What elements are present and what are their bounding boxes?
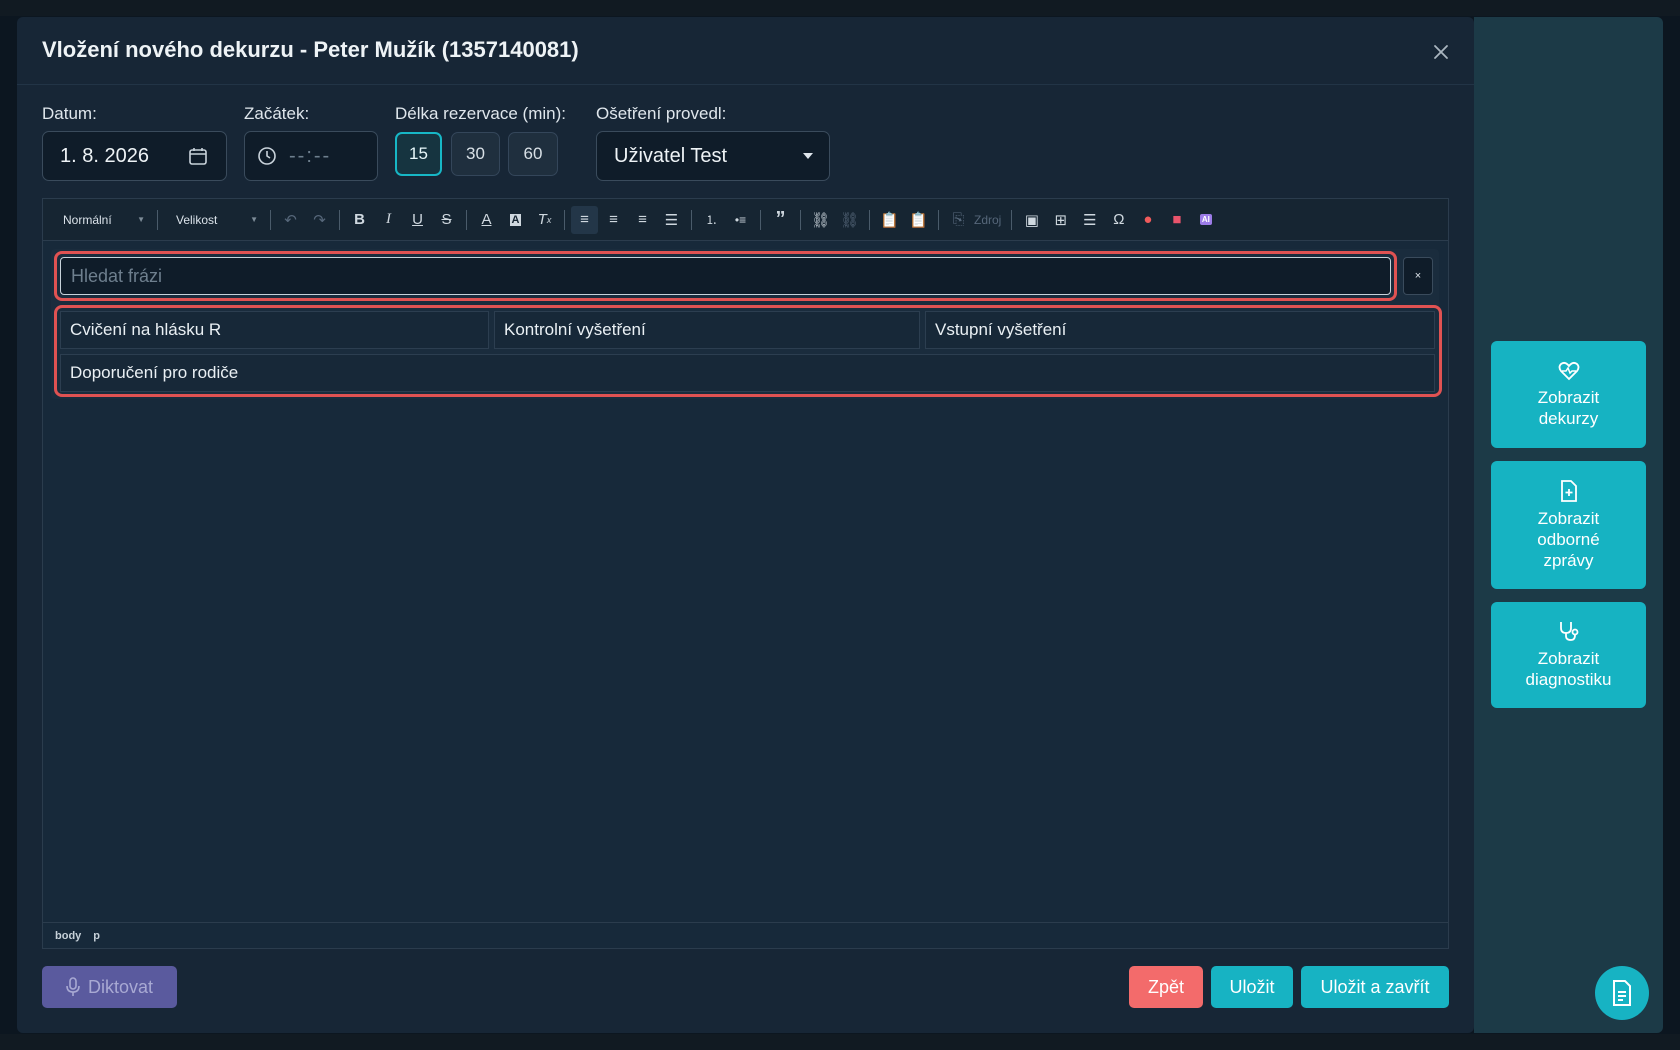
close-button[interactable] bbox=[1426, 37, 1456, 67]
format-select[interactable]: Normální ▼ bbox=[51, 206, 151, 234]
provider-label: Ošetření provedl: bbox=[596, 104, 727, 123]
toolbar-divider bbox=[564, 209, 565, 230]
caret-down-icon: ▼ bbox=[250, 215, 258, 224]
toolbar-divider bbox=[691, 209, 692, 230]
show-dekurzy-button[interactable]: Zobrazit dekurzy bbox=[1491, 341, 1646, 448]
numbered-list-icon[interactable]: ⒈ bbox=[698, 206, 725, 234]
backdrop-top bbox=[0, 0, 1680, 16]
show-diagnostics-button[interactable]: Zobrazit diagnostiku bbox=[1491, 602, 1646, 708]
phrase-item[interactable]: Doporučení pro rodiče bbox=[60, 354, 1435, 392]
unlink-icon[interactable]: ⛓ bbox=[836, 206, 863, 234]
image-icon[interactable]: ▣ bbox=[1018, 206, 1045, 234]
provider-value: Uživatel Test bbox=[614, 144, 728, 167]
heart-pulse-icon bbox=[1558, 361, 1579, 380]
length-option-60[interactable]: 60 bbox=[508, 132, 558, 176]
document-fab-button[interactable] bbox=[1595, 966, 1649, 1020]
align-center-icon[interactable]: ≡ bbox=[600, 206, 627, 234]
length-label: Délka rezervace (min): bbox=[395, 104, 566, 123]
close-icon bbox=[1434, 45, 1448, 59]
italic-icon[interactable]: I bbox=[375, 206, 402, 234]
underline-icon[interactable]: U bbox=[404, 206, 431, 234]
save-and-close-button[interactable]: Uložit a zavřít bbox=[1301, 966, 1449, 1008]
toolbar-divider bbox=[869, 209, 870, 230]
blockquote-icon[interactable]: ” bbox=[767, 206, 794, 234]
date-value: 1. 8. 2026 bbox=[60, 144, 149, 167]
toolbar-divider bbox=[270, 209, 271, 230]
redo-icon[interactable]: ↷ bbox=[306, 206, 333, 234]
caret-down-icon bbox=[803, 153, 813, 159]
text-color-icon[interactable]: A bbox=[473, 206, 500, 234]
backdrop-bottom bbox=[0, 1034, 1680, 1050]
show-diagnostics-label: Zobrazit diagnostiku bbox=[1525, 649, 1612, 689]
back-button[interactable]: Zpět bbox=[1129, 966, 1203, 1008]
file-plus-icon bbox=[1560, 479, 1577, 502]
status-path-item[interactable]: p bbox=[93, 930, 100, 942]
source-label[interactable]: Zdroj bbox=[974, 213, 1001, 227]
toolbar-divider bbox=[938, 209, 939, 230]
document-icon bbox=[1613, 980, 1631, 1006]
save-button[interactable]: Uložit bbox=[1211, 966, 1293, 1008]
microphone-icon bbox=[66, 977, 80, 996]
editor-status-bar: body p bbox=[43, 922, 1448, 948]
rich-text-editor: Normální ▼ Velikost ▼ ↶ ↷ B I U S A A Tx… bbox=[42, 198, 1449, 949]
ai-icon[interactable]: AI bbox=[1192, 206, 1219, 234]
start-time-placeholder: --:-- bbox=[289, 144, 332, 167]
date-label: Datum: bbox=[42, 104, 97, 123]
caret-down-icon: ▼ bbox=[137, 215, 145, 224]
phrase-list-highlight: Cvičení na hlásku R Kontrolní vyšetření … bbox=[54, 305, 1442, 397]
align-justify-icon[interactable]: ☰ bbox=[658, 206, 685, 234]
length-option-30[interactable]: 30 bbox=[451, 132, 500, 176]
length-option-15[interactable]: 15 bbox=[395, 132, 442, 176]
paste-text-icon[interactable]: 📋 bbox=[876, 206, 903, 234]
dictate-button[interactable]: Diktovat bbox=[42, 966, 177, 1008]
phrase-panel: × Cvičení na hlásku R Kontrolní vyšetřen… bbox=[51, 249, 1442, 399]
bullet-list-icon[interactable]: •≡ bbox=[727, 206, 754, 234]
phrase-item[interactable]: Kontrolní vyšetření bbox=[494, 311, 920, 349]
size-value: Velikost bbox=[176, 212, 218, 227]
strikethrough-icon[interactable]: S bbox=[433, 206, 460, 234]
show-reports-button[interactable]: Zobrazit odborné zprávy bbox=[1491, 461, 1646, 589]
bold-icon[interactable]: B bbox=[346, 206, 373, 234]
source-icon[interactable]: ⎘ bbox=[945, 206, 972, 234]
date-field[interactable]: 1. 8. 2026 bbox=[42, 131, 227, 181]
modal-title: Vložení nového dekurzu - Peter Mužík (13… bbox=[42, 37, 579, 62]
start-label: Začátek: bbox=[244, 104, 310, 123]
toolbar-divider bbox=[157, 209, 158, 230]
template-icon[interactable]: ■ bbox=[1163, 206, 1190, 234]
phrase-search-clear-button[interactable]: × bbox=[1403, 257, 1433, 295]
phrase-search-highlight bbox=[54, 251, 1397, 301]
link-icon[interactable]: ⛓ bbox=[807, 206, 834, 234]
dictate-label: Diktovat bbox=[87, 976, 154, 997]
phrase-search-input[interactable] bbox=[60, 257, 1391, 295]
background-color-icon[interactable]: A bbox=[502, 206, 529, 234]
horizontal-line-icon[interactable]: ☰ bbox=[1076, 206, 1103, 234]
comment-icon[interactable]: ● bbox=[1134, 206, 1161, 234]
phrase-item[interactable]: Cvičení na hlásku R bbox=[60, 311, 489, 349]
clock-icon bbox=[258, 147, 276, 165]
format-value: Normální bbox=[63, 212, 112, 227]
size-select[interactable]: Velikost ▼ bbox=[164, 206, 264, 234]
calendar-icon bbox=[189, 148, 207, 165]
toolbar-divider bbox=[800, 209, 801, 230]
table-icon[interactable]: ⊞ bbox=[1047, 206, 1074, 234]
editor-toolbar: Normální ▼ Velikost ▼ ↶ ↷ B I U S A A Tx… bbox=[43, 199, 1448, 241]
show-reports-label: Zobrazit odborné zprávy bbox=[1537, 508, 1600, 570]
toolbar-divider bbox=[1011, 209, 1013, 230]
status-path-item[interactable]: body bbox=[55, 930, 81, 942]
modal-header: Vložení nového dekurzu - Peter Mužík (13… bbox=[17, 17, 1474, 85]
show-dekurzy-label: Zobrazit dekurzy bbox=[1537, 387, 1600, 428]
toolbar-divider bbox=[339, 209, 340, 230]
align-left-icon[interactable]: ≡ bbox=[571, 205, 598, 234]
stethoscope-icon bbox=[1559, 622, 1578, 641]
toolbar-divider bbox=[466, 209, 467, 230]
align-right-icon[interactable]: ≡ bbox=[629, 206, 656, 234]
toolbar-divider bbox=[760, 209, 761, 230]
provider-select[interactable]: Uživatel Test bbox=[596, 131, 830, 181]
paste-word-icon[interactable]: 📋 bbox=[905, 206, 932, 234]
undo-icon[interactable]: ↶ bbox=[277, 206, 304, 234]
remove-format-icon[interactable]: Tx bbox=[531, 206, 558, 234]
special-char-icon[interactable]: Ω bbox=[1105, 206, 1132, 234]
start-time-field[interactable]: --:-- bbox=[244, 131, 378, 181]
phrase-item[interactable]: Vstupní vyšetření bbox=[925, 311, 1435, 349]
